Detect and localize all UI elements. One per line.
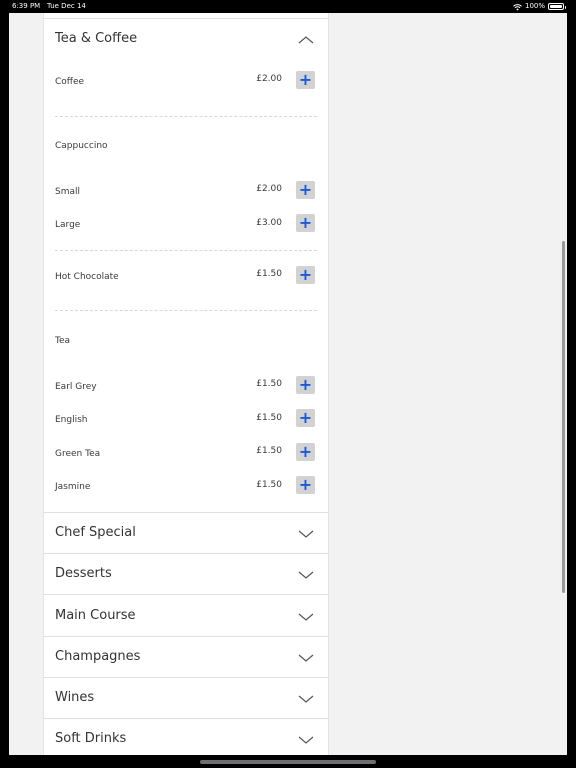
menu-item-price: £1.50 [256, 480, 282, 490]
plus-icon: + [298, 442, 313, 461]
section-title: Champagnes [55, 649, 141, 664]
chevron-down-icon[interactable] [297, 734, 315, 746]
add-jasmine-button[interactable]: + [296, 476, 315, 494]
menu-item-name: English [55, 415, 88, 425]
app-screen: Tea & Coffee Coffee £2.00 + Cappuccino S… [9, 13, 567, 755]
plus-icon: + [298, 375, 313, 394]
plus-icon: + [298, 70, 313, 89]
section-title: Wines [55, 690, 95, 705]
status-date: Tue Dec 14 [47, 2, 86, 10]
wifi-icon [513, 3, 522, 10]
divider [44, 594, 328, 595]
divider [44, 512, 328, 513]
add-english-button[interactable]: + [296, 409, 315, 427]
plus-icon: + [298, 213, 313, 232]
status-right: 100% [513, 0, 566, 12]
divider [55, 310, 317, 311]
divider [55, 116, 317, 117]
menu-item-price: £1.50 [256, 413, 282, 423]
status-time: 6:39 PM [12, 2, 41, 10]
chevron-down-icon[interactable] [297, 611, 315, 623]
menu-item-price: £1.50 [256, 269, 282, 279]
add-coffee-button[interactable]: + [296, 71, 315, 89]
menu-item-name: Large [55, 220, 81, 230]
plus-icon: + [298, 408, 313, 427]
plus-icon: + [298, 180, 313, 199]
section-title: Desserts [55, 566, 112, 581]
menu-item-price: £3.00 [256, 218, 282, 228]
section-title: Soft Drinks [55, 731, 127, 746]
divider [44, 636, 328, 637]
add-hot-chocolate-button[interactable]: + [296, 266, 315, 284]
home-indicator[interactable] [200, 760, 376, 764]
menu-item-name: Earl Grey [55, 382, 97, 392]
status-bar: 6:39 PM Tue Dec 14 100% [0, 0, 576, 12]
section-title: Chef Special [55, 525, 136, 540]
divider [44, 18, 328, 19]
add-earl-grey-button[interactable]: + [296, 376, 315, 394]
divider [44, 718, 328, 719]
item-group-label: Tea [55, 336, 71, 346]
menu-panel[interactable]: Tea & Coffee Coffee £2.00 + Cappuccino S… [43, 13, 329, 755]
chevron-down-icon[interactable] [297, 528, 315, 540]
section-title: Main Course [55, 608, 136, 623]
menu-item-name: Coffee [55, 77, 85, 87]
plus-icon: + [298, 475, 313, 494]
divider [44, 677, 328, 678]
menu-item-name: Small [55, 187, 80, 197]
section-title: Tea & Coffee [55, 31, 138, 46]
chevron-down-icon[interactable] [297, 652, 315, 664]
menu-item-name: Hot Chocolate [55, 272, 119, 282]
battery-percent: 100% [524, 2, 545, 10]
item-group-label: Cappuccino [55, 141, 108, 151]
menu-item-name: Green Tea [55, 449, 101, 459]
add-cappuccino-large-button[interactable]: + [296, 214, 315, 232]
scrollbar[interactable] [562, 241, 565, 593]
menu-item-price: £2.00 [256, 74, 282, 84]
menu-item-name: Jasmine [55, 482, 91, 492]
chevron-down-icon[interactable] [297, 693, 315, 705]
chevron-up-icon[interactable] [297, 34, 315, 46]
divider [44, 553, 328, 554]
battery-icon [548, 2, 566, 10]
menu-item-price: £1.50 [256, 379, 282, 389]
divider [55, 250, 317, 251]
menu-item-price: £1.50 [256, 446, 282, 456]
chevron-down-icon[interactable] [297, 569, 315, 581]
add-cappuccino-small-button[interactable]: + [296, 181, 315, 199]
menu-item-price: £2.00 [256, 184, 282, 194]
plus-icon: + [298, 265, 313, 284]
add-green-tea-button[interactable]: + [296, 443, 315, 461]
